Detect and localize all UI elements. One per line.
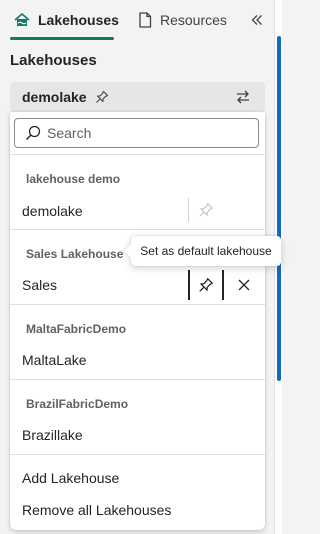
document-icon [139,12,152,28]
group-header: MaltaFabricDemo [26,322,127,336]
group-header: lakehouse demo [26,172,121,186]
lakehouse-item-maltalake[interactable]: MaltaLake [22,352,87,368]
double-chevron-left-icon [251,15,262,25]
swap-arrows-icon[interactable] [235,89,251,105]
lakehouse-icon [14,13,30,26]
divider [10,154,265,155]
divider [10,379,265,380]
lakehouse-explorer-panel: Lakehouses Resources Lakehouses demolake [0,0,274,534]
pin-icon [198,203,213,217]
collapse-panel-button[interactable] [248,10,266,30]
scroll-region [274,0,282,534]
lakehouse-item-sales[interactable]: Sales [22,277,57,293]
section-title: Lakehouses [10,52,97,69]
scrollbar-thumb[interactable] [277,36,281,381]
search-box[interactable] [14,118,259,148]
tab-resources[interactable]: Resources [138,10,227,30]
lakehouse-item-brazillake[interactable]: Brazillake [22,427,83,443]
group-header: BrazilFabricDemo [26,397,129,411]
search-icon [25,125,41,141]
tooltip-text: Set as default lakehouse [140,244,272,258]
divider [10,229,265,230]
pin-icon[interactable] [95,90,109,104]
close-icon [238,279,250,291]
divider [10,454,265,455]
tooltip: Set as default lakehouse [123,236,281,266]
lakehouse-dropdown: lakehouse demo demolake Sales Lakehouse … [10,112,265,530]
pin-default-button[interactable] [188,198,222,222]
set-default-pin-button[interactable] [188,270,224,300]
tab-bar: Lakehouses Resources [0,0,274,42]
divider [10,304,265,305]
tab-resources-label: Resources [160,12,227,28]
tab-lakehouses-label: Lakehouses [38,12,119,28]
remove-lakehouse-button[interactable] [234,274,254,296]
active-tab-indicator [10,37,114,40]
lakehouse-selector[interactable]: demolake [10,82,265,112]
add-lakehouse-item[interactable]: Add Lakehouse [22,470,119,486]
tab-lakehouses[interactable]: Lakehouses [14,10,119,30]
pin-icon [199,278,213,292]
remove-all-lakehouses-item[interactable]: Remove all Lakehouses [22,502,171,518]
lakehouse-item-demolake[interactable]: demolake [22,203,83,219]
group-header: Sales Lakehouse [26,247,124,261]
current-lakehouse-name: demolake [22,89,87,105]
search-input[interactable] [47,125,247,141]
